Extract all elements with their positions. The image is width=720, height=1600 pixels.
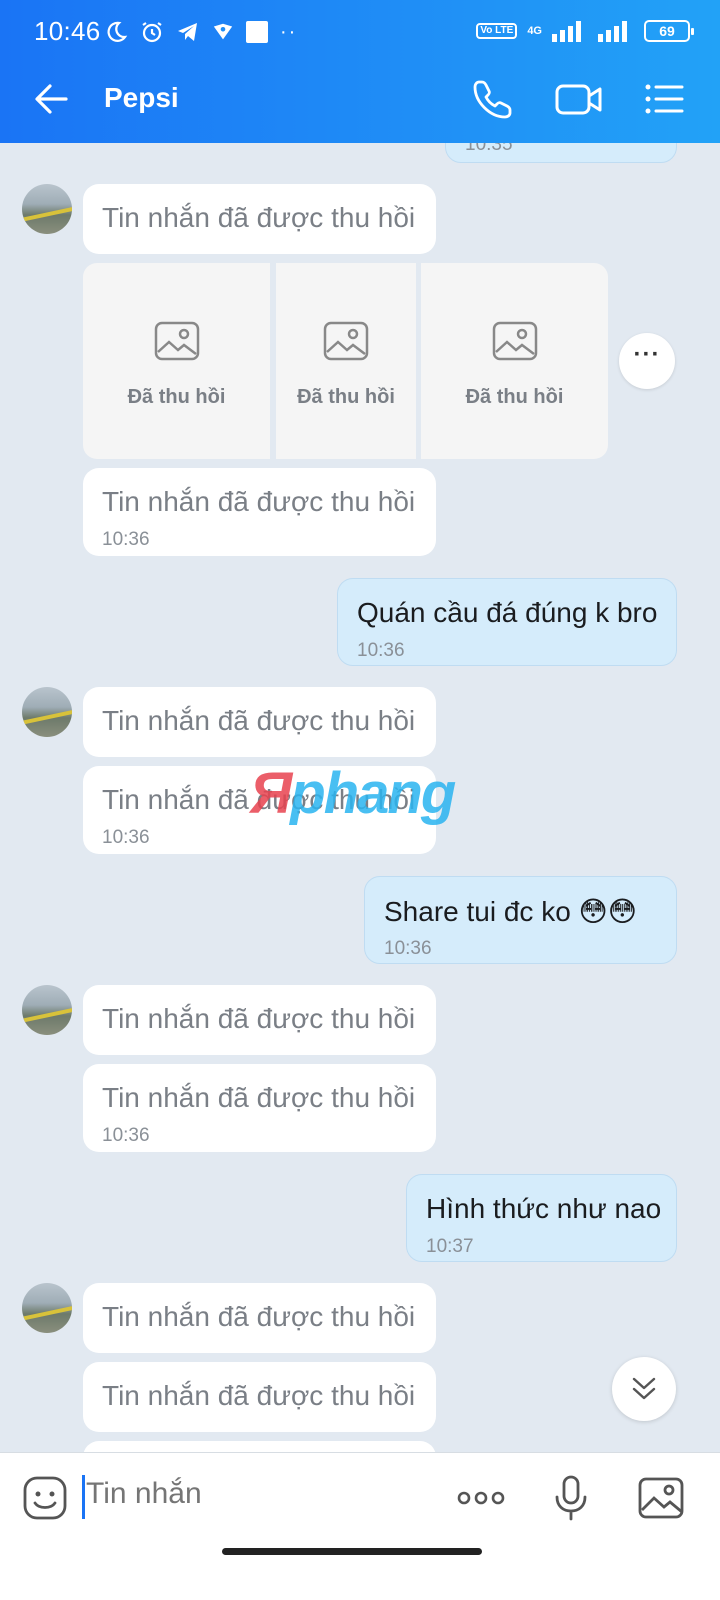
recalled-message-text: Tin nhắn đã được thu hồi [102,705,416,736]
emoji-icon[interactable] [22,1475,68,1521]
more-notifications-icon: ·· [280,20,298,43]
message-time: 10:36 [102,827,150,848]
status-icons-left: ·· [104,20,297,44]
scroll-to-bottom-button[interactable] [612,1357,676,1421]
image-recalled-label: Đã thu hồi [127,386,226,408]
microphone-icon[interactable] [548,1475,594,1521]
message-composer [0,1452,720,1600]
recalled-message-bubble[interactable]: Tin nhắn đã được thu hồi [83,1362,436,1432]
moon-icon [107,21,128,42]
message-time: 10:35 [465,143,513,155]
vpn-shield-icon [213,23,233,40]
recalled-message-bubble[interactable]: Tin nhắn đã được thu hồi [83,1283,436,1353]
contact-avatar[interactable] [22,184,72,234]
sent-message-text: Share tui đc ko 😳😳 [384,896,637,927]
home-indicator [222,1548,482,1555]
video-call-icon[interactable] [554,76,604,122]
phone-icon[interactable] [470,76,516,122]
contact-avatar[interactable] [22,985,72,1035]
status-icons-right: Vo LTE 4G 69 [476,20,694,42]
message-time: 10:36 [102,1125,150,1146]
recalled-message-text: Tin nhắn đã được thu hồi [102,486,416,517]
text-cursor [82,1475,85,1519]
alarm-icon [142,22,162,43]
sent-bubble-clipped[interactable]: 10:35 [445,143,677,163]
recalled-message-bubble[interactable]: Tin nhắn đã được thu hồi [83,184,436,254]
sent-message-bubble[interactable]: Quán cầu đá đúng k bro 10:36 [337,578,677,666]
recalled-message-bubble[interactable]: Tin nhắn đã được thu hồi 10:36 [83,1064,436,1152]
image-icon [492,321,537,361]
recalled-message-text: Tin nhắn đã được thu hồi [102,1003,416,1034]
image-recalled-label: Đã thu hồi [465,386,564,408]
battery-icon: 69 [644,20,694,42]
image-recalled-label: Đã thu hồi [297,386,395,408]
image-icon [323,321,369,361]
recalled-image-2[interactable]: Đã thu hồi [276,263,416,459]
status-bar: 10:46 ·· Vo LTE 4G 69 [0,0,720,60]
recalled-message-text: Tin nhắn đã được thu hồi [102,1301,416,1332]
double-chevron-down-icon [632,1377,656,1400]
recalled-message-bubble[interactable]: Tin nhắn đã được thu hồi [83,985,436,1055]
recalled-message-text: Tin nhắn đã được thu hồi [102,1082,416,1113]
network-type-label: 4G [527,25,542,37]
telegram-icon [178,23,197,41]
image-icon [154,321,199,361]
recalled-image-1[interactable]: Đã thu hồi [83,263,270,459]
more-dots-icon[interactable] [456,1475,506,1521]
volte-icon: Vo LTE [476,23,518,39]
message-time: 10:37 [426,1236,474,1257]
chat-header: Pepsi [0,56,720,143]
recalled-image-3[interactable]: Đã thu hồi [421,263,608,459]
gallery-icon[interactable] [638,1475,684,1521]
top-bar: 10:46 ·· Vo LTE 4G 69 Pepsi [0,0,720,143]
sent-message-text: Quán cầu đá đúng k bro [357,597,658,628]
notification-square-icon [246,21,268,43]
message-input[interactable] [86,1477,426,1511]
sent-message-text: Hình thức như nao [426,1193,662,1224]
message-time: 10:36 [102,529,150,550]
watermark-logo: Яphang [250,761,456,826]
recalled-message-text: Tin nhắn đã được thu hồi [102,202,416,233]
recalled-message-text: Tin nhắn đã được thu hồi [102,1380,416,1411]
signal-icon-2 [598,21,627,42]
message-options-button[interactable]: ··· [619,333,675,389]
recalled-message-bubble[interactable]: Tin nhắn đã được thu hồi [83,687,436,757]
menu-list-icon[interactable] [640,76,686,122]
contact-name[interactable]: Pepsi [104,82,179,114]
message-time: 10:36 [357,640,405,661]
signal-icon [552,21,581,42]
status-time: 10:46 [34,16,101,46]
contact-avatar[interactable] [22,687,72,737]
back-arrow-icon[interactable] [30,78,72,120]
contact-avatar[interactable] [22,1283,72,1333]
message-time: 10:36 [384,938,432,959]
sent-message-bubble[interactable]: Hình thức như nao 10:37 [406,1174,677,1262]
sent-message-bubble[interactable]: Share tui đc ko 😳😳 10:36 [364,876,677,964]
recalled-message-bubble[interactable]: Tin nhắn đã được thu hồi 10:36 [83,468,436,556]
